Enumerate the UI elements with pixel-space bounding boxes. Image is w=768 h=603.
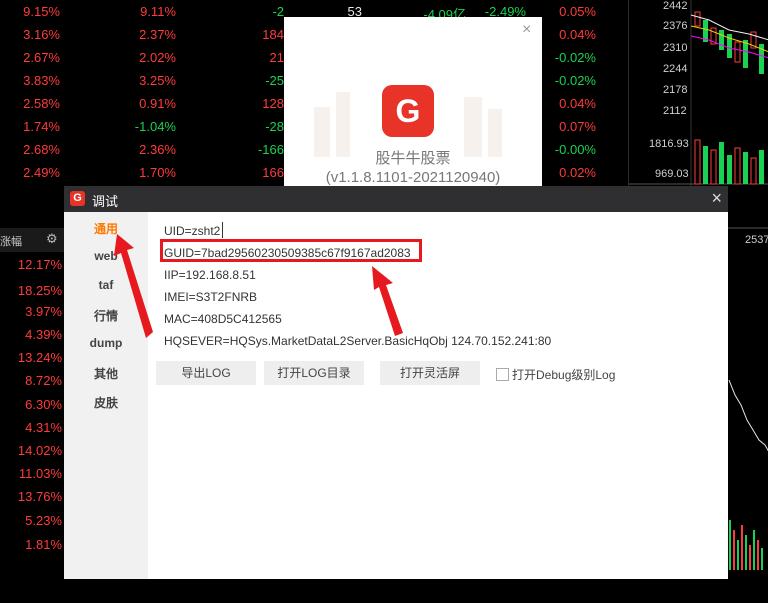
cell: 3.16% (23, 27, 60, 42)
hqsever-field[interactable]: HQSEVER=HQSys.MarketDataL2Server.BasicHq… (164, 334, 551, 348)
cell: 9.15% (23, 4, 60, 19)
dialog-title: 调试 (92, 194, 119, 209)
app-version: (v1.1.8.1101-2021120940) (325, 169, 501, 186)
list-item[interactable]: 6.30% (0, 397, 62, 412)
tab-general[interactable]: 通用 (64, 220, 148, 237)
list-item[interactable]: 11.03% (0, 466, 62, 481)
open-flex-screen-button[interactable]: 打开灵活屏 (380, 361, 480, 385)
tab-dump[interactable]: dump (64, 336, 148, 350)
cell: 2.36% (139, 142, 176, 157)
cell: 9.11% (140, 4, 176, 19)
cell: 3.25% (139, 73, 176, 88)
cell: 2.02% (139, 50, 176, 65)
list-item[interactable]: 4.39% (0, 327, 62, 342)
cell: 184 (262, 27, 284, 42)
cell: -28 (265, 119, 284, 134)
app-logo: G (382, 85, 434, 137)
guid-highlight-box (160, 239, 422, 262)
list-item[interactable]: 13.76% (0, 489, 62, 504)
y-axis-label: 2442 (663, 0, 688, 12)
volume-axis-label: 1816.93 (649, 138, 689, 150)
left-list: 12.17% 18.25% 3.97% 4.39% 13.24% 8.72% 6… (0, 252, 64, 603)
app-icon: G (70, 191, 85, 206)
tab-taf[interactable]: taf (64, 278, 148, 292)
iip-field[interactable]: IIP=192.168.8.51 (164, 268, 256, 282)
close-icon[interactable]: × (522, 21, 531, 39)
app-icon-letter: G (73, 192, 82, 204)
list-item[interactable]: 3.97% (0, 304, 62, 319)
list-item[interactable]: 18.25% (0, 283, 62, 298)
list-item[interactable]: 1.81% (0, 537, 62, 552)
cell: -1.04% (134, 119, 176, 134)
list-item[interactable]: 5.23% (0, 513, 62, 528)
cell: -25 (265, 73, 284, 88)
list-item[interactable]: 8.72% (0, 373, 62, 388)
price-label: 2537 (745, 234, 768, 246)
export-log-button[interactable]: 导出LOG (156, 361, 256, 385)
uid-field[interactable]: UID=zsht2 (164, 224, 220, 238)
close-icon[interactable]: × (711, 188, 722, 209)
cell: 2.67% (23, 50, 60, 65)
y-axis-label: 2178 (663, 84, 688, 96)
left-list-header: 涨幅 ⚙ (0, 228, 64, 252)
cell: 1.70% (139, 165, 176, 180)
tab-skin[interactable]: 皮肤 (64, 394, 148, 411)
splash-window: × G 股牛牛股票 (v1.1.8.1101-2021120940) (284, 17, 542, 187)
y-axis-label: 2112 (663, 105, 687, 117)
logo-letter: G (395, 93, 421, 129)
dialog-titlebar[interactable]: G 调试 × (64, 186, 728, 212)
list-item[interactable]: 14.02% (0, 443, 62, 458)
mac-field[interactable]: MAC=408D5C412565 (164, 312, 282, 326)
debug-log-checkbox[interactable] (496, 368, 509, 381)
debug-log-label: 打开Debug级别Log (512, 368, 616, 382)
tab-other[interactable]: 其他 (64, 365, 148, 382)
cell: 2.58% (23, 96, 60, 111)
cell: 2.37% (139, 27, 176, 42)
app-name: 股牛牛股票 (375, 150, 451, 167)
cell: 0.91% (139, 96, 176, 111)
y-axis-label: 2310 (663, 42, 688, 54)
cell: 166 (262, 165, 284, 180)
list-item[interactable]: 12.17% (0, 257, 62, 272)
volume-axis-label: 969.03 (655, 168, 689, 180)
tab-web[interactable]: web (64, 249, 148, 263)
cell: 128 (262, 96, 284, 111)
dialog-sidebar: 通用 web taf 行情 dump 其他 皮肤 (64, 212, 148, 579)
text-cursor (222, 222, 223, 238)
cell: 1.74% (23, 119, 60, 134)
debug-dialog: G 调试 × 通用 web taf 行情 dump 其他 皮肤 UID=zsht… (64, 186, 728, 579)
gear-icon[interactable]: ⚙ (46, 231, 58, 247)
cell: -166 (257, 142, 284, 157)
list-item[interactable]: 13.24% (0, 350, 62, 365)
cell: 2.49% (23, 165, 60, 180)
y-axis-label: 2244 (663, 63, 688, 75)
cell: 3.83% (23, 73, 60, 88)
tab-market[interactable]: 行情 (64, 307, 148, 324)
cell: -2 (272, 4, 284, 19)
open-log-dir-button[interactable]: 打开LOG目录 (264, 361, 364, 385)
y-axis-label: 2376 (663, 20, 688, 32)
cell: 2.68% (23, 142, 60, 157)
cell: 21 (269, 50, 284, 65)
list-item[interactable]: 4.31% (0, 420, 62, 435)
column-header: 涨幅 (0, 236, 22, 248)
imei-field[interactable]: IMEI=S3T2FNRB (164, 290, 257, 304)
